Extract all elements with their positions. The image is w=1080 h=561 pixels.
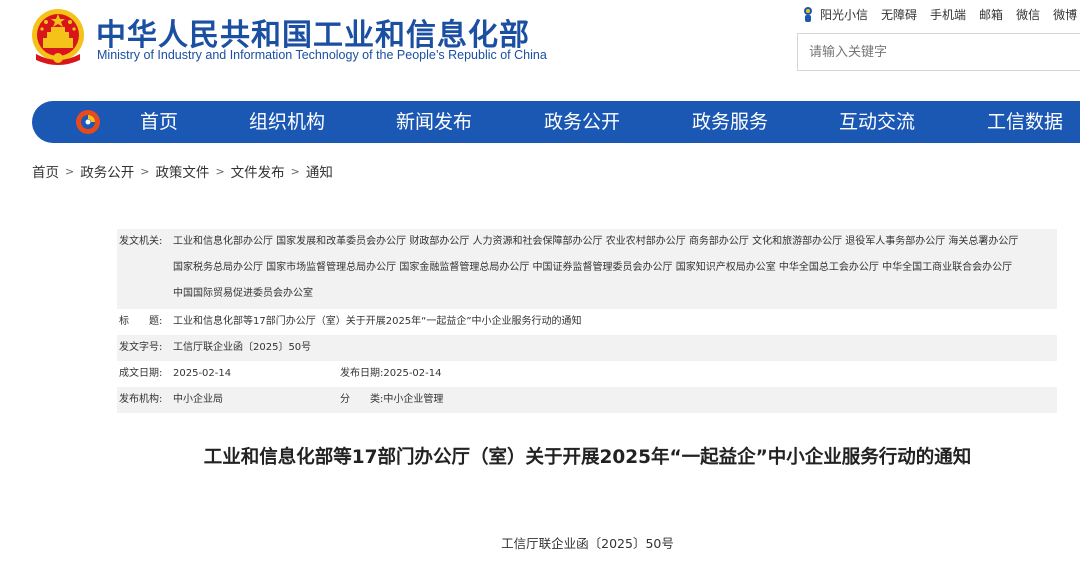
breadcrumb-notice[interactable]: 通知 — [306, 161, 333, 181]
info-row-docno: 发文字号: 工信厅联企业函〔2025〕50号 — [117, 335, 1057, 361]
nav-government-affairs[interactable]: 政务公开 — [544, 101, 620, 143]
chevron-right-icon: > — [215, 164, 225, 178]
issuer-value: 工业和信息化部办公厅 国家发展和改革委员会办公厅 财政部办公厅 人力资源和社会保… — [173, 229, 1057, 309]
nav-news[interactable]: 新闻发布 — [396, 101, 472, 143]
document-info-table: 发文机关: 工业和信息化部办公厅 国家发展和改革委员会办公厅 财政部办公厅 人力… — [117, 229, 1057, 413]
docno-label: 发文字号: — [119, 342, 163, 353]
category-label: 分 类: — [340, 394, 384, 405]
nav-data[interactable]: 工信数据 — [987, 101, 1063, 143]
published-cell: 发布日期: 2025-02-14 — [340, 361, 442, 387]
site-header: 中华人民共和国工业和信息化部 Ministry of Industry and … — [0, 0, 1080, 100]
breadcrumb-gov-affairs[interactable]: 政务公开 — [80, 161, 134, 181]
info-row-dates: 成文日期: 2025-02-14 发布日期: 2025-02-14 — [117, 361, 1057, 387]
nav-government-services[interactable]: 政务服务 — [692, 101, 768, 143]
nav-interaction[interactable]: 互动交流 — [839, 101, 915, 143]
main-nav: 首页 组织机构 新闻发布 政务公开 政务服务 互动交流 工信数据 — [32, 101, 1080, 143]
top-links: 阳光小信 无障碍 手机端 邮箱 微信 微博 — [800, 4, 1080, 24]
title-value: 工业和信息化部等17部门办公厅（室）关于开展2025年“一起益企”中小企业服务行… — [173, 316, 582, 327]
info-row-title: 标 题: 工业和信息化部等17部门办公厅（室）关于开展2025年“一起益企”中小… — [117, 309, 1057, 335]
miit-logo-icon — [76, 110, 100, 134]
title-label: 标 题: — [119, 316, 163, 327]
toplink-wechat[interactable]: 微信 — [1016, 6, 1040, 23]
info-row-issuer: 发文机关: 工业和信息化部办公厅 国家发展和改革委员会办公厅 财政部办公厅 人力… — [117, 229, 1057, 309]
info-row-org: 发布机构: 中小企业局 分 类: 中小企业管理 — [117, 387, 1057, 413]
site-title-en[interactable]: Ministry of Industry and Information Tec… — [97, 48, 547, 62]
search-input[interactable] — [798, 34, 1080, 70]
issuer-line: 工业和信息化部办公厅 国家发展和改革委员会办公厅 财政部办公厅 人力资源和社会保… — [173, 236, 1019, 247]
published-value: 2025-02-14 — [383, 368, 442, 379]
created-value: 2025-02-14 — [173, 368, 232, 379]
chevron-right-icon: > — [140, 164, 150, 178]
document-number: 工信厅联企业函〔2025〕50号 — [501, 536, 674, 551]
breadcrumb: 首页 > 政务公开 > 政策文件 > 文件发布 > 通知 — [32, 161, 333, 182]
toplink-mobile[interactable]: 手机端 — [930, 6, 966, 23]
org-label: 发布机构: — [119, 394, 163, 405]
national-emblem-icon[interactable] — [30, 8, 86, 66]
toplink-weibo[interactable]: 微博 — [1053, 6, 1077, 23]
chevron-right-icon: > — [65, 164, 75, 178]
issuer-label: 发文机关: — [119, 236, 163, 247]
search-box — [797, 33, 1080, 71]
sunshine-mascot-icon[interactable] — [800, 5, 816, 23]
breadcrumb-file-release[interactable]: 文件发布 — [231, 161, 285, 181]
issuer-line: 中国国际贸易促进委员会办公室 — [173, 288, 313, 299]
created-label: 成文日期: — [119, 368, 163, 379]
breadcrumb-home[interactable]: 首页 — [32, 161, 59, 181]
category-cell: 分 类: 中小企业管理 — [340, 387, 443, 413]
chevron-right-icon: > — [290, 164, 300, 178]
toplink-sunshine[interactable]: 阳光小信 — [820, 6, 868, 23]
org-value: 中小企业局 — [173, 394, 223, 405]
docno-value: 工信厅联企业函〔2025〕50号 — [173, 342, 312, 353]
issuer-line: 国家税务总局办公厅 国家市场监督管理总局办公厅 国家金融监督管理总局办公厅 中国… — [173, 262, 1013, 273]
breadcrumb-policy-files[interactable]: 政策文件 — [155, 161, 209, 181]
nav-home[interactable]: 首页 — [140, 101, 178, 143]
toplink-accessibility[interactable]: 无障碍 — [881, 6, 917, 23]
document-title: 工业和信息化部等17部门办公厅（室）关于开展2025年“一起益企”中小企业服务行… — [203, 447, 972, 468]
toplink-mail[interactable]: 邮箱 — [979, 6, 1003, 23]
nav-organization[interactable]: 组织机构 — [249, 101, 325, 143]
published-label: 发布日期: — [340, 368, 384, 379]
category-value: 中小企业管理 — [383, 394, 444, 405]
